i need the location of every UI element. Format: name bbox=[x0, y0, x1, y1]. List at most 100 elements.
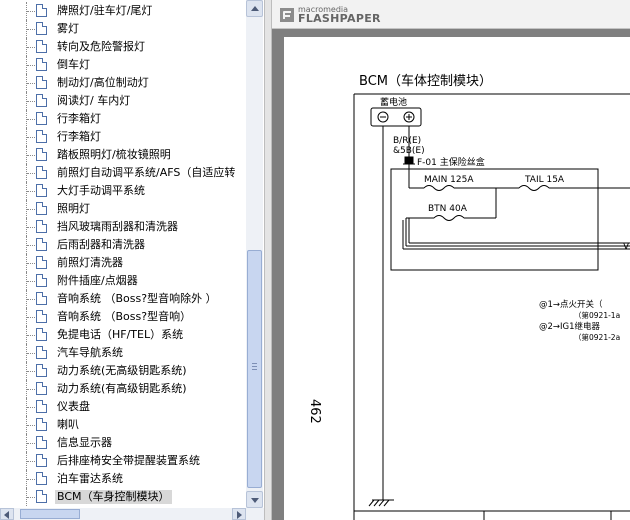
tree-branch-line bbox=[27, 47, 35, 48]
tree-item[interactable]: 后雨刮器和清洗器 bbox=[0, 236, 246, 254]
tree-item-label: 转向及危险警报灯 bbox=[57, 40, 145, 53]
tree-item[interactable]: 后排座椅安全带提醒装置系统 bbox=[0, 452, 246, 470]
tree-item[interactable]: 雾灯 bbox=[0, 20, 246, 38]
document-icon bbox=[36, 4, 47, 17]
document-icon bbox=[36, 22, 47, 35]
tree-item-label: 动力系统(无高级钥匙系统) bbox=[57, 364, 187, 377]
tree-item-label: 制动灯/高位制动灯 bbox=[57, 76, 149, 89]
tree-item[interactable]: 制动灯/高位制动灯 bbox=[0, 74, 246, 92]
tree-branch-line bbox=[27, 227, 35, 228]
tree-item[interactable]: 大灯手动调平系统 bbox=[0, 182, 246, 200]
tree-item[interactable]: 行李箱灯 bbox=[0, 128, 246, 146]
document-icon bbox=[36, 328, 47, 341]
tree-branch-line bbox=[27, 11, 35, 12]
tree-item[interactable]: 仪表盘 bbox=[0, 398, 246, 416]
tree-branch-line bbox=[27, 425, 35, 426]
fuse-tail-symbol bbox=[518, 185, 550, 191]
tree-item-label: 音响系统 （Boss?型音响） bbox=[57, 310, 192, 323]
document-icon bbox=[36, 58, 47, 71]
tree-item-label: 大灯手动调平系统 bbox=[57, 184, 145, 197]
tree-item[interactable]: 动力系统(无高级钥匙系统) bbox=[0, 362, 246, 380]
document-icon bbox=[36, 364, 47, 377]
tree-branch-line bbox=[27, 173, 35, 174]
tree-branch-line bbox=[27, 137, 35, 138]
document-icon bbox=[36, 274, 47, 287]
page-number: 462 bbox=[307, 399, 322, 424]
fuse-box-label: F-01 主保险丝盒 bbox=[417, 156, 485, 168]
tree-item[interactable]: 附件插座/点烟器 bbox=[0, 272, 246, 290]
wire-end-label: V bbox=[623, 242, 630, 252]
tree-item[interactable]: BCM（车身控制模块） bbox=[0, 488, 246, 506]
tree-item[interactable]: 转向及危险警报灯 bbox=[0, 38, 246, 56]
tree-item[interactable]: 前照灯清洗器 bbox=[0, 254, 246, 272]
tree-branch-line bbox=[27, 83, 35, 84]
vertical-scroll-thumb[interactable] bbox=[247, 250, 262, 488]
tree-branch-line bbox=[27, 353, 35, 354]
document-icon bbox=[36, 166, 47, 179]
tree-item[interactable]: 音响系统 （Boss?型音响） bbox=[0, 308, 246, 326]
tree-branch-line bbox=[27, 371, 35, 372]
tree-item-label: 音响系统 （Boss?型音响除外 ） bbox=[57, 292, 217, 305]
tree-item[interactable]: 喇叭 bbox=[0, 416, 246, 434]
document-icon bbox=[36, 148, 47, 161]
tree-branch-line bbox=[27, 191, 35, 192]
horizontal-scroll-thumb[interactable] bbox=[20, 509, 80, 519]
tree-item-label: 动力系统(有高级钥匙系统) bbox=[57, 382, 187, 395]
tree-branch-line bbox=[27, 65, 35, 66]
tree-item[interactable]: 阅读灯/ 车内灯 bbox=[0, 92, 246, 110]
document-icon bbox=[36, 256, 47, 269]
tree-item[interactable]: 倒车灯 bbox=[0, 56, 246, 74]
note-2: @2→IG1继电器 bbox=[539, 321, 601, 332]
flashpaper-logo-icon bbox=[280, 8, 294, 22]
document-icon bbox=[36, 472, 47, 485]
scroll-right-button[interactable] bbox=[232, 508, 246, 520]
document-icon bbox=[36, 76, 47, 89]
pane-splitter[interactable] bbox=[264, 0, 272, 520]
document-icon bbox=[36, 490, 47, 503]
grip-line-icon bbox=[252, 369, 257, 370]
tree-item-label: 阅读灯/ 车内灯 bbox=[57, 94, 131, 107]
wire-label-1: B/R(E) bbox=[393, 136, 421, 146]
tree-item-label: 踏板照明灯/梳妆镜照明 bbox=[57, 148, 171, 161]
vertical-scrollbar[interactable] bbox=[246, 0, 263, 508]
tree-item[interactable]: 泊车雷达系统 bbox=[0, 470, 246, 488]
tree-branch-line bbox=[27, 245, 35, 246]
tree-item-label: 雾灯 bbox=[57, 22, 79, 35]
tree-item[interactable]: 前照灯自动调平系统/AFS（自适应转 bbox=[0, 164, 246, 182]
diagram-title: BCM（车体控制模块） bbox=[359, 73, 492, 89]
tree-item[interactable]: 牌照灯/驻车灯/尾灯 bbox=[0, 2, 246, 20]
viewer-header: macromedia FLASHPAPER bbox=[272, 0, 630, 29]
tree-item[interactable]: 动力系统(有高级钥匙系统) bbox=[0, 380, 246, 398]
wire-label-2: &5B(E) bbox=[393, 146, 425, 156]
tree-item-label: 倒车灯 bbox=[57, 58, 90, 71]
note-1: @1→点火开关（ bbox=[539, 299, 603, 310]
note-1-sub: （第0921-1a bbox=[574, 310, 620, 320]
tree-item[interactable]: 信息显示器 bbox=[0, 434, 246, 452]
tree-branch-line bbox=[27, 443, 35, 444]
tree-item[interactable]: 音响系统 （Boss?型音响除外 ） bbox=[0, 290, 246, 308]
tree-item[interactable]: 挡风玻璃雨刮器和清洗器 bbox=[0, 218, 246, 236]
tree-item[interactable]: 免提电话（HF/TEL）系统 bbox=[0, 326, 246, 344]
tree-item-label: 前照灯清洗器 bbox=[57, 256, 123, 269]
tree-item[interactable]: 照明灯 bbox=[0, 200, 246, 218]
horizontal-scrollbar[interactable] bbox=[0, 508, 246, 520]
document-icon bbox=[36, 40, 47, 53]
scroll-up-button[interactable] bbox=[246, 0, 263, 17]
tree-item-label: 喇叭 bbox=[57, 418, 79, 431]
note-2-sub: （第0921-2a bbox=[574, 332, 620, 342]
tree-item[interactable]: 踏板照明灯/梳妆镜照明 bbox=[0, 146, 246, 164]
tree-branch-line bbox=[27, 335, 35, 336]
tree-item[interactable]: 行李箱灯 bbox=[0, 110, 246, 128]
tree-branch-line bbox=[27, 29, 35, 30]
tree-item[interactable]: 汽车导航系统 bbox=[0, 344, 246, 362]
scroll-left-button[interactable] bbox=[0, 508, 14, 520]
tree-item-label: 照明灯 bbox=[57, 202, 90, 215]
tree-branch-line bbox=[27, 281, 35, 282]
document-icon bbox=[36, 202, 47, 215]
scroll-down-button[interactable] bbox=[246, 491, 263, 508]
tree-branch-line bbox=[27, 479, 35, 480]
document-icon bbox=[36, 454, 47, 467]
arrow-left-icon bbox=[4, 511, 9, 519]
tree-item-label: 前照灯自动调平系统/AFS（自适应转 bbox=[57, 166, 236, 179]
tree-branch-line bbox=[27, 209, 35, 210]
